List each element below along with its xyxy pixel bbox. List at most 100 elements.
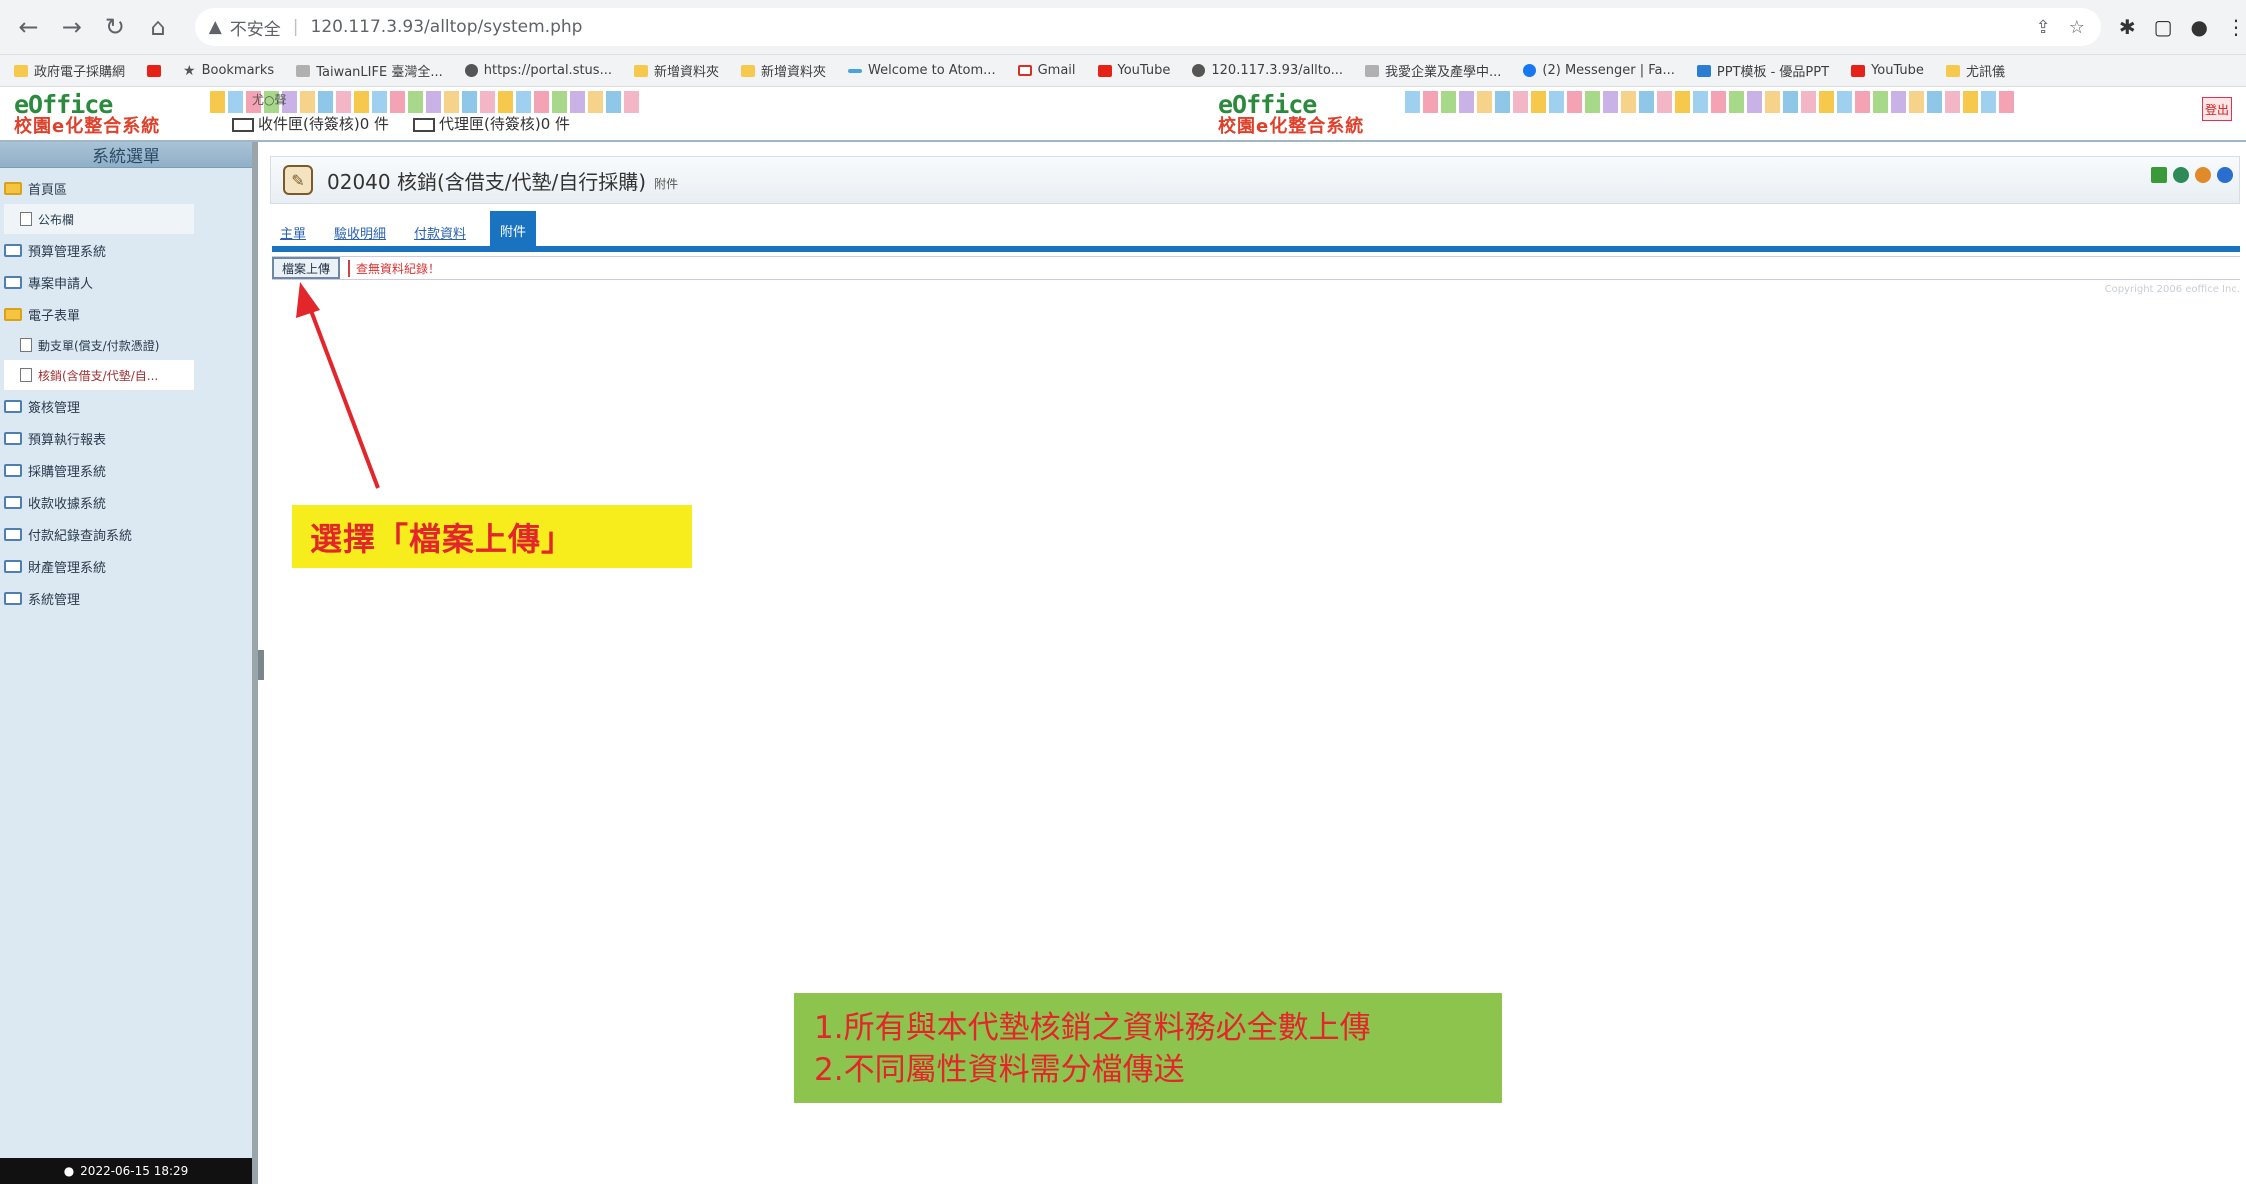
header-stripe bbox=[1981, 91, 1996, 113]
profile-icon[interactable]: ● bbox=[2191, 15, 2208, 39]
inbox-link[interactable]: 收件匣(待簽核)0 件 bbox=[232, 113, 389, 134]
sidebar-title: 系統選單 bbox=[0, 142, 252, 168]
sidebar: 系統選單 首頁區 公布欄 預算管理系統 專案申請人 電子表單 動支單(償支/付款… bbox=[0, 142, 258, 1184]
header-stripe bbox=[1909, 91, 1924, 113]
upload-tool-icon[interactable] bbox=[2151, 167, 2167, 183]
sidebar-item-property[interactable]: 財產管理系統 bbox=[4, 550, 252, 582]
header-stripe bbox=[498, 91, 513, 113]
help-icon[interactable] bbox=[2217, 167, 2233, 183]
header-stripe bbox=[1873, 91, 1888, 113]
add-tool-icon[interactable] bbox=[2173, 167, 2189, 183]
file-upload-button[interactable]: 檔案上傳 bbox=[272, 257, 341, 279]
header-stripe bbox=[1675, 91, 1690, 113]
folder-icon bbox=[4, 559, 22, 573]
header-stripe bbox=[516, 91, 531, 113]
eoffice-logo-secondary: eOffice 校園e化整合系統 bbox=[1218, 90, 1365, 137]
mail-icon bbox=[413, 117, 436, 132]
star-icon: ★ bbox=[183, 62, 196, 79]
header-stripe bbox=[1693, 91, 1708, 113]
sidebar-item-procurement[interactable]: 採購管理系統 bbox=[4, 454, 252, 486]
folder-icon bbox=[4, 463, 22, 477]
window-icon[interactable]: ▢ bbox=[2154, 15, 2173, 39]
proxy-inbox-link[interactable]: 代理匣(待簽核)0 件 bbox=[413, 113, 570, 134]
header-stripe bbox=[480, 91, 495, 113]
title-tools bbox=[2151, 167, 2233, 183]
sidebar-item-budget-report[interactable]: 預算執行報表 bbox=[4, 422, 252, 454]
header-stripe bbox=[606, 91, 621, 113]
header-stripe bbox=[1585, 91, 1600, 113]
header-stripe bbox=[1549, 91, 1564, 113]
sidebar-item-expenditure[interactable]: 動支單(償支/付款憑證) bbox=[4, 330, 252, 360]
header-stripe bbox=[1765, 91, 1780, 113]
refresh-tool-icon[interactable] bbox=[2195, 167, 2211, 183]
home-icon[interactable]: ⌂ bbox=[144, 12, 173, 42]
globe-icon bbox=[1192, 64, 1206, 77]
sidebar-item-signoff[interactable]: 簽核管理 bbox=[4, 390, 252, 422]
page-title: 02040 核銷(含借支/代墊/自行採購) bbox=[327, 169, 647, 194]
warning-icon: ▲ bbox=[208, 17, 222, 37]
globe-icon bbox=[464, 64, 478, 77]
header-stripe bbox=[408, 91, 423, 113]
bookmark-item[interactable]: Gmail bbox=[1017, 63, 1076, 78]
sidebar-item-project-applicant[interactable]: 專案申請人 bbox=[4, 266, 252, 298]
sidebar-item-system-admin[interactable]: 系統管理 bbox=[4, 582, 252, 614]
bookmark-item[interactable]: 新增資料夾 bbox=[633, 61, 719, 80]
sidebar-item-reimbursement[interactable]: 核銷(含借支/代墊/自... bbox=[4, 360, 194, 390]
header-stripe bbox=[1819, 91, 1834, 113]
header-stripe bbox=[228, 91, 243, 113]
bookmark-item[interactable]: 政府電子採購網 bbox=[14, 61, 125, 80]
reload-icon[interactable]: ↻ bbox=[100, 12, 129, 42]
eoffice-logo[interactable]: eOffice 校園e化整合系統 bbox=[14, 92, 160, 137]
bookmark-star-icon[interactable]: ☆ bbox=[2069, 17, 2085, 38]
bookmark-item[interactable]: Welcome to Atom... bbox=[848, 63, 996, 78]
header-stripe bbox=[1747, 91, 1762, 113]
back-icon[interactable]: ← bbox=[14, 12, 43, 42]
no-data-message: 查無資料紀錄！ bbox=[348, 259, 440, 277]
bookmark-item[interactable]: 120.117.3.93/allto... bbox=[1192, 63, 1343, 78]
bookmark-item[interactable]: (2) Messenger | Fa... bbox=[1523, 63, 1675, 78]
header-stripe bbox=[1729, 91, 1744, 113]
header-stripe bbox=[1927, 91, 1942, 113]
header-stripe bbox=[1855, 91, 1870, 113]
header-stripe bbox=[1531, 91, 1546, 113]
bookmark-item[interactable]: PPT模板 - 優品PPT bbox=[1696, 61, 1829, 80]
bookmark-item[interactable]: ★ Bookmarks bbox=[183, 63, 274, 79]
sidebar-item-budget[interactable]: 預算管理系統 bbox=[4, 234, 252, 266]
folder-icon bbox=[4, 275, 22, 289]
logout-button[interactable]: 登出 bbox=[2202, 97, 2232, 121]
header-stripe bbox=[300, 91, 315, 113]
header-stripe bbox=[426, 91, 441, 113]
sidebar-item-eforms[interactable]: 電子表單 bbox=[4, 298, 252, 330]
tab-attachments[interactable]: 附件 bbox=[490, 211, 537, 250]
header-stripe bbox=[1567, 91, 1582, 113]
bookmark-item[interactable]: YouTube bbox=[1097, 63, 1170, 78]
header-stripe bbox=[534, 91, 549, 113]
header-stripe bbox=[336, 91, 351, 113]
forward-icon[interactable]: → bbox=[57, 12, 86, 42]
header-stripe bbox=[1423, 91, 1438, 113]
folder-icon bbox=[4, 591, 22, 605]
sidebar-item-payment-records[interactable]: 付款紀錄查詢系統 bbox=[4, 518, 252, 550]
extensions-icon[interactable]: ✱ bbox=[2119, 15, 2136, 39]
bookmark-item[interactable]: TaiwanLIFE 臺灣全... bbox=[296, 61, 443, 80]
header-stripe bbox=[1891, 91, 1906, 113]
menu-icon[interactable]: ⋮ bbox=[2226, 15, 2246, 39]
sidebar-item-bulletin[interactable]: 公布欄 bbox=[4, 204, 194, 234]
header-stripe bbox=[1999, 91, 2014, 113]
gmail-icon bbox=[1017, 65, 1032, 76]
address-bar[interactable]: ▲ 不安全 | 120.117.3.93/alltop/system.php ⇪… bbox=[194, 8, 2101, 46]
sidebar-tree: 首頁區 公布欄 預算管理系統 專案申請人 電子表單 動支單(償支/付款憑證) 核… bbox=[0, 168, 252, 614]
header-stripe bbox=[1495, 91, 1510, 113]
upload-callout: 選擇「檔案上傳」 bbox=[292, 505, 692, 568]
share-icon[interactable]: ⇪ bbox=[2036, 17, 2051, 38]
bookmark-item[interactable]: https://portal.stus... bbox=[464, 63, 612, 78]
bookmark-item[interactable]: YouTube bbox=[1851, 63, 1924, 78]
bookmark-item[interactable]: 新增資料夾 bbox=[741, 61, 826, 80]
bookmark-item[interactable] bbox=[147, 64, 162, 77]
bookmark-item[interactable]: 尤訊儀 bbox=[1945, 61, 2005, 80]
bookmark-item[interactable]: 我愛企業及產學中... bbox=[1365, 61, 1501, 80]
sidebar-item-home[interactable]: 首頁區 bbox=[4, 172, 252, 204]
document-icon bbox=[20, 368, 32, 382]
sidebar-item-receipts[interactable]: 收款收據系統 bbox=[4, 486, 252, 518]
header-stripe bbox=[210, 91, 225, 113]
